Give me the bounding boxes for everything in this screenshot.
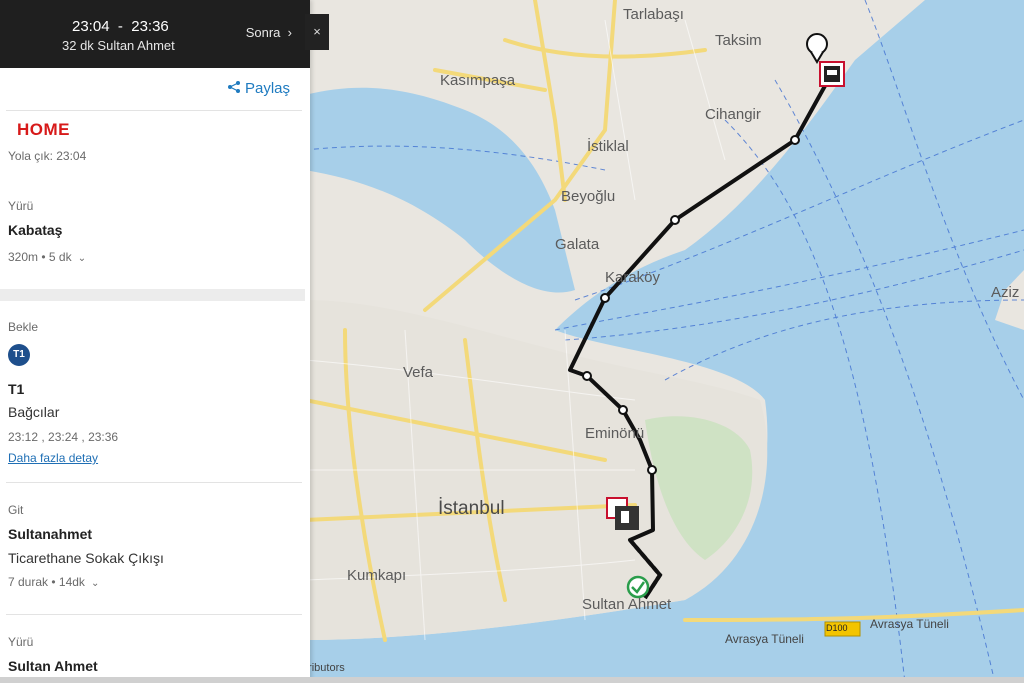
divider — [6, 614, 302, 615]
divider — [6, 482, 302, 483]
route-summary: 32 dk Sultan Ahmet — [62, 38, 175, 53]
destination-check-icon — [626, 575, 650, 599]
bottom-bar — [0, 677, 1024, 683]
chevron-right-icon: › — [284, 25, 292, 40]
map-attribution[interactable]: tributors — [305, 662, 345, 674]
route-stop-dot — [647, 465, 657, 475]
tram-line-badge: T1 — [8, 344, 30, 366]
route-stop-dot — [790, 135, 800, 145]
walk1-details: 320m • 5 dk — [8, 250, 72, 264]
map-label-kasimpasa: Kasımpaşa — [440, 72, 516, 89]
tram-line-name: T1 — [8, 381, 25, 397]
map-label-d100: D100 — [826, 623, 848, 633]
tram-departures: 23:12 , 23:24 , 23:36 — [8, 430, 119, 444]
later-button[interactable]: Sonra › — [246, 25, 292, 40]
share-icon — [227, 81, 240, 93]
directions-panel: 23:04 - 23:36 32 dk Sultan Ahmet Sonra ›… — [0, 0, 310, 683]
route-stop-dot — [670, 215, 680, 225]
route-header: 23:04 - 23:36 32 dk Sultan Ahmet Sonra › — [0, 0, 310, 68]
time-separator: - — [117, 18, 123, 35]
map-label-karakoy: Karaköy — [605, 269, 661, 286]
map-label-taksim: Taksim — [715, 32, 762, 49]
share-button[interactable]: Paylaş — [227, 80, 290, 97]
map-label-beyoglu: Beyoğlu — [561, 188, 616, 205]
map-label-kumkapi: Kumkapı — [347, 567, 407, 584]
arrive-time: 23:36 — [131, 18, 169, 35]
walk1-details-toggle[interactable]: 320m • 5 dk ⌄ — [8, 250, 86, 264]
wait-type: Bekle — [8, 320, 39, 334]
depart-text: Yola çık: 23:04 — [8, 149, 87, 163]
map-label-eminonu: Eminönü — [585, 425, 645, 442]
section-divider — [0, 289, 305, 301]
later-label: Sonra — [245, 25, 281, 40]
chevron-down-icon: ⌄ — [88, 578, 100, 589]
map-label-sultanahmet: Sultan Ahmet — [582, 596, 672, 613]
tram-direction: Bağcılar — [8, 404, 60, 420]
map-label-istanbul: İstanbul — [438, 498, 505, 519]
ride-type: Git — [8, 503, 24, 517]
map-label-vefa: Vefa — [403, 364, 434, 381]
route-times: 23:04 - 23:36 — [72, 18, 169, 35]
tram-stop-icon — [819, 61, 845, 87]
map-label-avrasya-tunnel-2: Avrasya Tüneli — [870, 617, 949, 631]
route-stop-dot — [618, 405, 628, 415]
map-label-galata: Galata — [555, 236, 600, 253]
map-label-istiklal: İstiklal — [587, 138, 629, 155]
map-label-avrasya-tunnel: Avrasya Tüneli — [725, 632, 804, 646]
ride-stop: Sultanahmet — [8, 526, 93, 542]
start-location-label: HOME — [17, 120, 70, 139]
chevron-down-icon: ⌄ — [74, 253, 87, 264]
ride-details-toggle[interactable]: 7 durak • 14dk ⌄ — [8, 575, 99, 589]
depart-time: 23:04 — [72, 18, 110, 35]
walk2-type: Yürü — [8, 635, 34, 649]
map-label-cihangir: Cihangir — [705, 106, 761, 123]
walk2-destination: Sultan Ahmet — [8, 658, 98, 674]
map-label-aziz: Aziz — [991, 284, 1020, 301]
panel-close-button[interactable]: × — [305, 14, 329, 50]
ride-exit: Ticarethane Sokak Çıkışı — [8, 550, 164, 566]
walk1-type: Yürü — [8, 199, 34, 213]
walk1-destination: Kabataş — [8, 222, 63, 238]
route-stop-dot — [600, 293, 610, 303]
map-view[interactable]: Tarlabaşı Taksim Kasımpaşa Cihangir İsti… — [305, 0, 1024, 683]
map-canvas[interactable] — [305, 0, 1024, 683]
more-details-link[interactable]: Daha fazla detay — [8, 451, 98, 465]
share-label: Paylaş — [244, 80, 290, 97]
map-label-tarlabasi: Tarlabaşı — [623, 6, 684, 23]
ride-details: 7 durak • 14dk — [8, 575, 85, 589]
route-stop-dot — [582, 371, 592, 381]
golden-horn-water — [305, 87, 575, 293]
origin-pin-icon — [806, 33, 828, 64]
divider — [6, 110, 302, 111]
